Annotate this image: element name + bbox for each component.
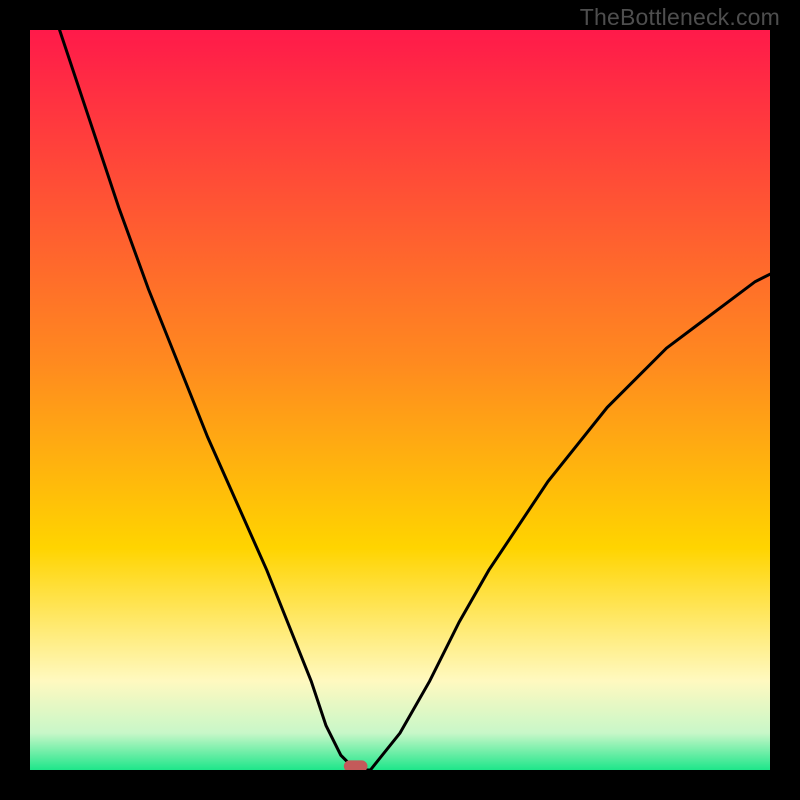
chart-canvas bbox=[30, 30, 770, 770]
chart-frame: TheBottleneck.com bbox=[0, 0, 800, 800]
optimal-point-marker bbox=[344, 760, 368, 770]
gradient-background bbox=[30, 30, 770, 770]
plot-area bbox=[30, 30, 770, 770]
watermark-label: TheBottleneck.com bbox=[580, 4, 780, 31]
